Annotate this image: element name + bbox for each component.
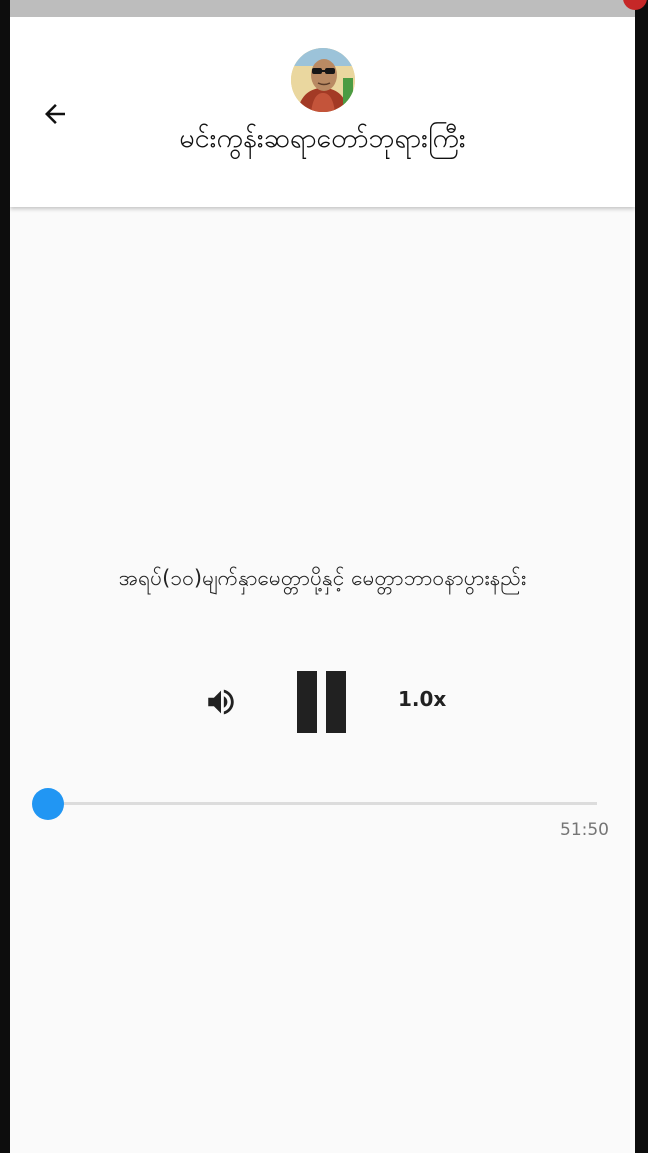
playback-speed-button[interactable]: 1.0x — [398, 687, 446, 711]
track-title: အရပ်(၁၀)မျက်နှာမေတ္တာပို့နှင့် မေတ္တာဘာဝ… — [118, 566, 527, 590]
pause-icon-bar — [326, 671, 346, 733]
seek-slider[interactable] — [32, 787, 599, 821]
volume-up-icon — [208, 689, 234, 715]
seek-track — [48, 802, 597, 805]
app-title: မင်းကွန်းဆရာတော်ဘုရားကြီး — [179, 123, 466, 154]
avatar — [291, 48, 355, 112]
pause-icon — [297, 671, 317, 733]
pause-button[interactable] — [292, 671, 352, 733]
device-frame: မင်းကွန်းဆရာတော်ဘုရားကြီး အရပ်(၁၀)မျက်နှ… — [0, 0, 648, 1153]
seek-thumb[interactable] — [32, 788, 64, 820]
app-bar: မင်းကွန်းဆရာတော်ဘုရားကြီး — [10, 17, 635, 207]
status-indicator — [623, 0, 647, 10]
player-screen: မင်းကွန်းဆရာတော်ဘုရားကြီး အရပ်(၁၀)မျက်နှ… — [10, 17, 635, 1153]
status-bar — [10, 0, 647, 17]
playback-controls: 1.0x — [10, 665, 635, 739]
volume-button[interactable] — [202, 683, 240, 721]
duration-label: 51:50 — [560, 820, 609, 840]
